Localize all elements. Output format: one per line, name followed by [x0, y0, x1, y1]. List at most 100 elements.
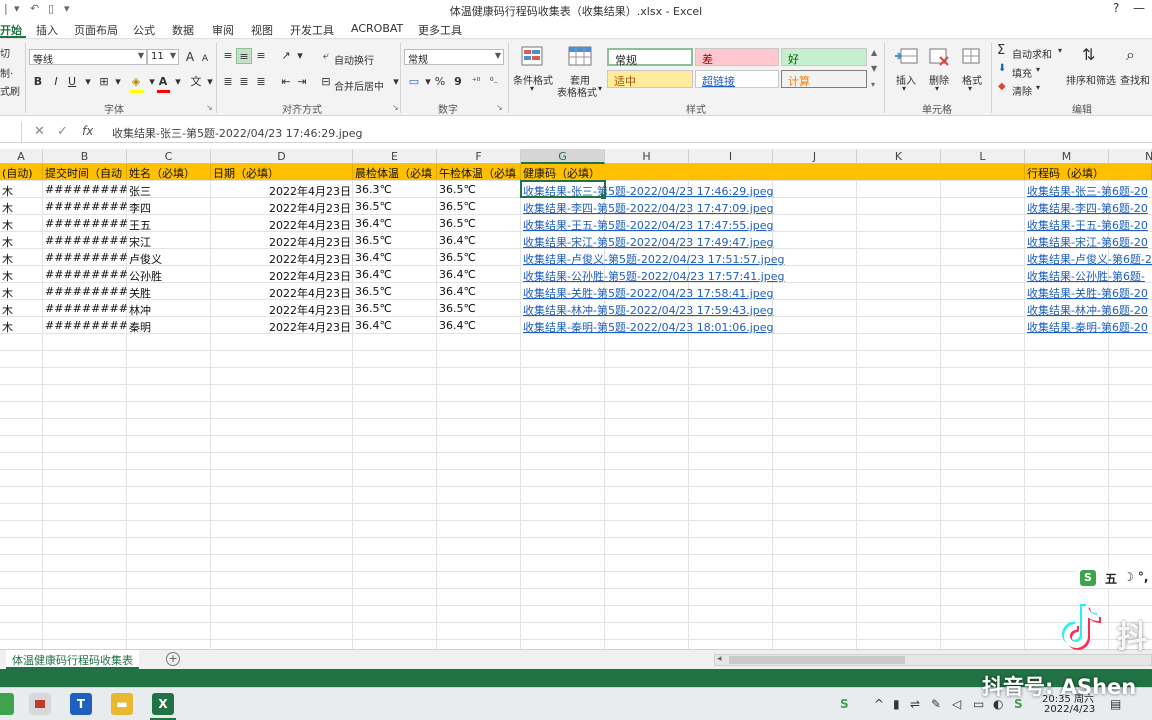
style-neutral[interactable]: 适中 [607, 70, 693, 88]
header-cell[interactable]: 日期（必填） [211, 164, 353, 180]
cell-morning-temp[interactable]: 36.4℃ [353, 249, 437, 266]
insert-cells-icon[interactable] [893, 45, 919, 69]
header-cell[interactable]: 晨检体温（必填 [353, 164, 437, 180]
cell-submit-time[interactable]: ########## [43, 232, 127, 249]
column-header[interactable]: A [0, 149, 43, 164]
header-cell[interactable]: 健康码（必填） [521, 164, 1025, 180]
fill-handle[interactable] [601, 194, 606, 199]
cell-morning-temp[interactable]: 36.4℃ [353, 266, 437, 283]
cell-a[interactable]: 木 [0, 300, 43, 317]
ime-toolbar[interactable]: S 五 ☽ °, [1077, 568, 1152, 588]
cell-name[interactable]: 张三 [127, 181, 211, 198]
align-top-icon[interactable]: ≡ [220, 48, 236, 64]
cell-noon-temp[interactable]: 36.5℃ [437, 300, 521, 317]
file-explorer-icon[interactable]: ▬ [111, 693, 133, 715]
column-header[interactable]: B [43, 149, 127, 164]
column-header[interactable]: N [1109, 149, 1152, 164]
underline-button[interactable]: U [64, 74, 80, 90]
cell-morning-temp[interactable]: 36.3℃ [353, 181, 437, 198]
style-calculation[interactable]: 计算 [781, 70, 867, 88]
dialog-launcher-icon[interactable]: ↘ [206, 103, 213, 112]
cell-date[interactable]: 2022年4月23日 [211, 232, 353, 249]
underline-dropdown-icon[interactable]: ▾ [80, 74, 96, 90]
cell-morning-temp[interactable]: 36.4℃ [353, 317, 437, 334]
style-bad[interactable]: 差 [695, 48, 779, 66]
autosum-icon[interactable]: Σ [997, 43, 1005, 58]
media-player-icon[interactable] [29, 693, 51, 715]
wrap-text-button[interactable]: 自动换行 [334, 52, 374, 67]
column-header[interactable]: L [941, 149, 1025, 164]
add-sheet-button[interactable]: + [166, 652, 180, 666]
align-center-icon[interactable]: ≣ [236, 74, 252, 90]
cell-date[interactable]: 2022年4月23日 [211, 249, 353, 266]
bold-button[interactable]: B [30, 74, 46, 90]
network-icon[interactable]: ⇌ [910, 697, 920, 711]
column-header[interactable]: H [605, 149, 689, 164]
styles-scroll-up-icon[interactable]: ▲ [871, 48, 877, 57]
clear-button[interactable]: 清除 [1012, 83, 1032, 98]
fill-color-icon[interactable]: ◈ [128, 74, 144, 90]
format-cells-icon[interactable] [959, 45, 985, 69]
cell-health-code-link[interactable]: 收集结果-秦明-第5题-2022/04/23 18:01:06.jpeg [521, 317, 1025, 334]
autosum-button[interactable]: 自动求和 [1012, 46, 1052, 61]
orientation-dropdown-icon[interactable]: ▾ [292, 48, 308, 64]
cell-trip-code-link[interactable]: 收集结果-王五-第6题-20 [1025, 215, 1152, 232]
wrap-text-icon[interactable]: ⤶ [318, 48, 334, 64]
style-hyperlink[interactable]: 超链接 [695, 70, 779, 88]
find-icon[interactable]: ⌕ [1126, 45, 1135, 65]
cell-submit-time[interactable]: ########## [43, 181, 127, 198]
column-header[interactable]: M [1025, 149, 1109, 164]
cancel-icon[interactable]: ✕ [34, 124, 45, 139]
sheet-tab-active[interactable]: 体温健康码行程码收集表 [6, 650, 139, 669]
number-format-select[interactable]: 常规 ▼ [404, 49, 504, 66]
cell-noon-temp[interactable]: 36.5℃ [437, 198, 521, 215]
cell-noon-temp[interactable]: 36.4℃ [437, 232, 521, 249]
cell-trip-code-link[interactable]: 收集结果-李四-第6题-20 [1025, 198, 1152, 215]
cell-submit-time[interactable]: ########## [43, 249, 127, 266]
dialog-launcher-icon[interactable]: ↘ [392, 103, 399, 112]
tab-formulas[interactable]: 公式 [133, 22, 155, 38]
header-cell[interactable]: 行程码（必填） [1025, 164, 1152, 180]
merge-center-button[interactable]: 合并后居中 [334, 78, 384, 93]
cell-name[interactable]: 宋江 [127, 232, 211, 249]
tab-data[interactable]: 数据 [172, 22, 194, 38]
insert-function-button[interactable]: fx [82, 124, 93, 138]
clear-icon[interactable]: ◆ [998, 81, 1006, 92]
format-as-table-icon[interactable] [567, 45, 593, 69]
column-header[interactable]: E [353, 149, 437, 164]
cell-noon-temp[interactable]: 36.4℃ [437, 317, 521, 334]
find-select-button[interactable]: 查找和 [1120, 72, 1150, 87]
cell-date[interactable]: 2022年4月23日 [211, 283, 353, 300]
sort-filter-icon[interactable]: ⇅ [1082, 45, 1095, 64]
cell-morning-temp[interactable]: 36.5℃ [353, 283, 437, 300]
font-size-select[interactable]: 11 ▼ [147, 49, 179, 65]
chevron-up-icon[interactable]: ^ [874, 697, 884, 711]
italic-button[interactable]: I [48, 74, 64, 90]
grow-font-button[interactable]: A [182, 49, 198, 65]
cell-noon-temp[interactable]: 36.4℃ [437, 283, 521, 300]
style-good[interactable]: 好 [781, 48, 867, 66]
font-color-dropdown-icon[interactable]: ▾ [170, 74, 186, 90]
cell-name[interactable]: 卢俊义 [127, 249, 211, 266]
browser-icon[interactable]: T [70, 693, 92, 715]
cell-date[interactable]: 2022年4月23日 [211, 300, 353, 317]
cell-name[interactable]: 关胜 [127, 283, 211, 300]
cell-trip-code-link[interactable]: 收集结果-张三-第6题-20 [1025, 181, 1152, 198]
tab-acrobat[interactable]: ACROBAT [351, 22, 403, 35]
format-as-table-line2[interactable]: 表格格式 [557, 84, 597, 99]
cell-a[interactable]: 木 [0, 317, 43, 334]
tab-view[interactable]: 视图 [251, 22, 273, 38]
column-header-selected[interactable]: G [521, 149, 605, 164]
cell-trip-code-link[interactable]: 收集结果-林冲-第6题-20 [1025, 300, 1152, 317]
increase-decimal-icon[interactable]: ⁺⁰ [468, 74, 484, 90]
fill-down-icon[interactable]: ⬇ [998, 63, 1006, 74]
column-header[interactable]: D [211, 149, 353, 164]
formula-input[interactable]: 收集结果-张三-第5题-2022/04/23 17:46:29.jpeg [112, 125, 363, 141]
volume-icon[interactable]: ◁ [952, 697, 961, 711]
scroll-left-icon[interactable]: ◂ [717, 654, 722, 664]
cell-trip-code-link[interactable]: 收集结果-宋江-第6题-20 [1025, 232, 1152, 249]
conditional-format-icon[interactable] [520, 45, 546, 69]
column-header[interactable]: I [689, 149, 773, 164]
cell-trip-code-link[interactable]: 收集结果-公孙胜-第6题- [1025, 266, 1152, 283]
cell-noon-temp[interactable]: 36.5℃ [437, 181, 521, 198]
